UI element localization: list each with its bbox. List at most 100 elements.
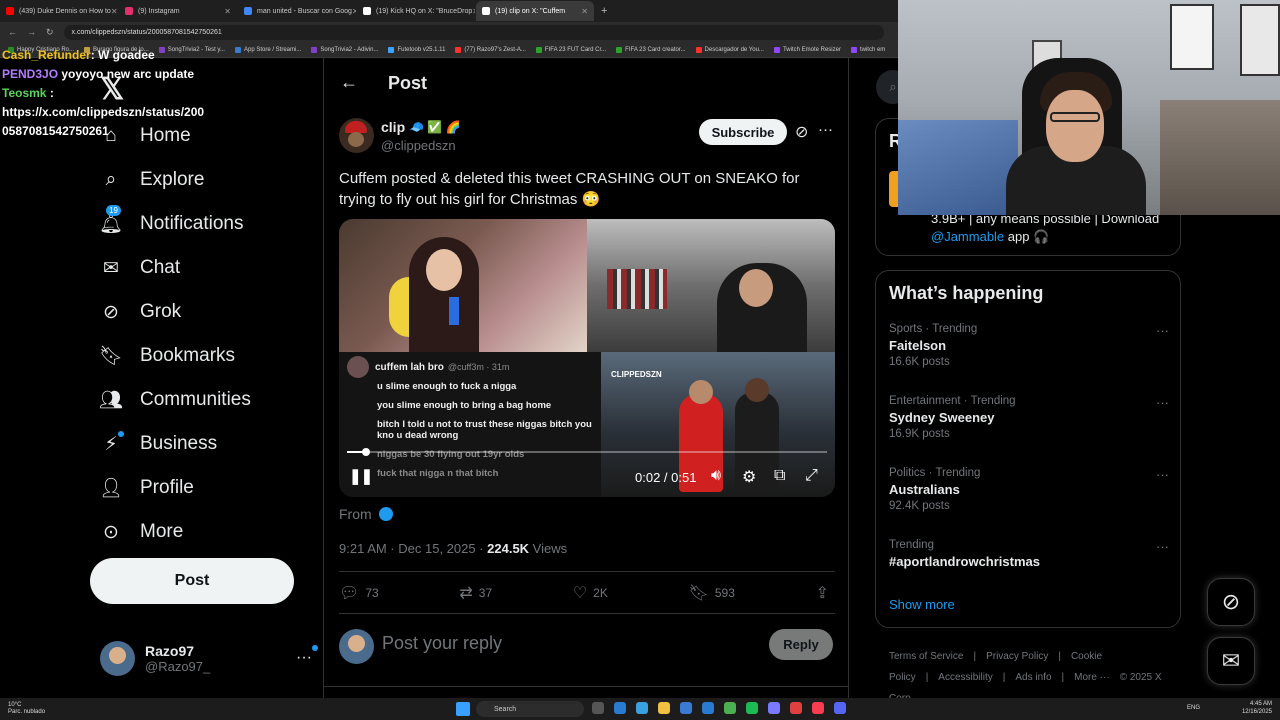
sidebar-item-communities[interactable]: 👥︎ Communities <box>98 378 251 422</box>
browser-tab[interactable]: (19) clip on X: "Cuffem ✕ <box>476 1 594 21</box>
divider <box>339 613 835 614</box>
spotify-icon[interactable] <box>746 702 758 714</box>
bookmark-action[interactable]: 🔖︎ 593 <box>689 583 735 603</box>
author-avatar[interactable] <box>339 118 374 153</box>
tweet-timestamp[interactable]: 9:21 AM · Dec 15, 2025 · <box>339 541 487 556</box>
browser-tab[interactable]: (19) Kick HQ on X: "BruceDrop✕ <box>357 1 475 21</box>
more-dots-icon[interactable]: ··· <box>1156 323 1169 338</box>
pause-icon[interactable]: ❚❚ <box>349 467 373 485</box>
store-icon[interactable] <box>680 702 692 714</box>
more-dots-icon[interactable]: ··· <box>818 121 833 138</box>
mail-app-icon[interactable] <box>702 702 714 714</box>
views-label: Views <box>529 541 568 556</box>
trend-item[interactable]: Entertainment · Trending Sydney Sweeney 16… <box>889 395 1169 440</box>
sidebar-item-chat[interactable]: ✉ Chat <box>98 246 251 290</box>
grok-icon[interactable]: ⊘ <box>795 122 808 142</box>
reply-button[interactable]: Reply <box>769 629 833 660</box>
reply-action[interactable]: 💬︎ 73 <box>339 583 379 603</box>
account-switcher[interactable]: Razo97 @Razo97_ ··· <box>100 640 318 676</box>
sidebar-item-profile[interactable]: 👤︎ Profile <box>98 466 251 510</box>
grok-fab-button[interactable]: ⊘ <box>1207 578 1255 626</box>
bookmark-item[interactable]: FIFA 23 Card creator... <box>616 46 686 53</box>
footer-link[interactable]: More ··· <box>1074 672 1110 683</box>
video-player[interactable]: cuffem lah bro @cuff3m · 31m u slime eno… <box>339 219 835 497</box>
repost-action[interactable]: ⇄ 37 <box>459 583 492 603</box>
widgets-icon[interactable] <box>636 702 648 714</box>
bookmark-item[interactable]: twitch em <box>850 46 885 53</box>
url-field[interactable]: x.com/clippedszn/status/2000587081542750… <box>63 24 884 40</box>
trend-item[interactable]: Politics · Trending Australians 92.4K post… <box>889 467 1169 512</box>
taskbar-search[interactable]: Search <box>476 701 584 717</box>
bookmark-favicon-icon <box>850 46 857 53</box>
new-tab-icon[interactable]: + <box>601 5 607 17</box>
edge-icon[interactable] <box>614 702 626 714</box>
file-explorer-icon[interactable] <box>658 702 670 714</box>
bookmark-item[interactable]: App Store / Streami... <box>234 46 301 53</box>
trend-item[interactable]: Sports · Trending Faitelson 16.6K posts ··· <box>889 323 1169 368</box>
discord-icon[interactable] <box>768 702 780 714</box>
more-dots-icon[interactable]: ··· <box>1156 395 1169 410</box>
video-time: 0:02 / 0:51 <box>635 470 697 485</box>
chrome-icon[interactable] <box>724 702 736 714</box>
bookmark-item[interactable]: Descargador de You... <box>695 46 764 53</box>
main-column: ← Post clip 🧢 ✅ 🌈 @clippedszn Subscribe … <box>323 58 849 698</box>
author-name[interactable]: clip 🧢 ✅ 🌈 <box>381 119 461 135</box>
sidebar-item-bookmarks[interactable]: 🔖︎ Bookmarks <box>98 334 251 378</box>
discord-alt-icon[interactable] <box>834 702 846 714</box>
sidebar-item-grok[interactable]: ⊘ Grok <box>98 290 251 334</box>
sidebar-item-business[interactable]: ⚡︎ Business <box>98 422 251 466</box>
trend-item[interactable]: Trending #aportlandrowchristmas ··· <box>889 539 1169 569</box>
bookmark-item[interactable]: Twitch Emote Resizer <box>773 46 841 53</box>
weather-widget[interactable]: 10°C Parc. nublado <box>8 702 45 716</box>
sidebar-item-more[interactable]: ⊙ More <box>98 510 251 554</box>
video-progress-bar[interactable] <box>347 448 827 456</box>
app-icon[interactable] <box>790 702 802 714</box>
browser-tab[interactable]: (9) Instagram ✕ <box>119 1 237 21</box>
browser-tab[interactable]: (439) Duke Dennis on How to ✕ <box>0 1 118 21</box>
language-indicator[interactable]: ENG <box>1187 705 1200 711</box>
back-nav-icon[interactable]: ← <box>8 27 17 37</box>
subscribe-button[interactable]: Subscribe <box>699 119 787 145</box>
show-more-link[interactable]: Show more <box>889 597 955 612</box>
share-action[interactable]: ⇪ <box>816 583 835 603</box>
footer-link[interactable]: Ads info <box>1015 672 1051 683</box>
browser-tab[interactable]: man united - Buscar con Goog ✕ <box>238 1 356 21</box>
footer-link[interactable]: Privacy Policy <box>986 651 1048 662</box>
more-dots-icon[interactable]: ··· <box>296 645 318 667</box>
more-dots-icon[interactable]: ··· <box>1156 467 1169 482</box>
footer-link[interactable]: Terms of Service <box>889 651 963 662</box>
tab-title: (19) clip on X: "Cuffem <box>495 7 566 15</box>
bookmark-item[interactable]: SongTrivia2 - Adivin... <box>311 46 378 53</box>
close-tab-icon[interactable]: ✕ <box>111 7 118 16</box>
close-tab-icon[interactable]: ✕ <box>581 7 588 16</box>
author-handle[interactable]: @clippedszn <box>381 138 456 153</box>
reload-icon[interactable]: ↻ <box>46 27 54 38</box>
bookmark-item[interactable]: (77) Razo97's Zest-A... <box>455 46 526 53</box>
bookmark-item[interactable]: FIFA 23 FUT Card Cr... <box>535 46 606 53</box>
start-icon[interactable] <box>456 702 470 716</box>
reply-input[interactable]: Post your reply <box>382 633 502 654</box>
close-tab-icon[interactable]: ✕ <box>472 7 475 16</box>
premium-link[interactable]: @Jammable <box>931 229 1004 244</box>
volume-icon[interactable]: 🔊︎ <box>711 467 721 485</box>
close-tab-icon[interactable]: ✕ <box>224 7 231 16</box>
clock[interactable]: 4:45 AM 12/16/2025 <box>1242 700 1272 716</box>
sidebar-item-explore[interactable]: ⌕ Explore <box>98 158 251 202</box>
footer-link[interactable]: Accessibility <box>938 672 992 683</box>
back-arrow-icon[interactable]: ← <box>340 72 358 93</box>
more-dots-icon[interactable]: ··· <box>1156 539 1169 554</box>
music-icon[interactable] <box>812 702 824 714</box>
task-view-icon[interactable] <box>592 702 604 714</box>
settings-icon[interactable]: ⚙ <box>742 467 756 487</box>
views-count: 224.5K <box>487 541 530 556</box>
picture-in-picture-icon[interactable]: ⧉ <box>774 467 785 485</box>
bookmark-label: Descargador de You... <box>704 46 764 53</box>
messages-fab-button[interactable]: ✉ <box>1207 637 1255 685</box>
forward-nav-icon[interactable]: → <box>27 27 36 37</box>
fullscreen-icon[interactable]: ⤢ <box>805 467 818 485</box>
post-button[interactable]: Post <box>90 558 294 604</box>
bookmark-item[interactable]: Futetoob v25.1.11 <box>388 46 445 53</box>
close-tab-icon[interactable]: ✕ <box>352 7 356 16</box>
like-action[interactable]: ♡ 2K <box>573 583 608 603</box>
sidebar-item-notifications[interactable]: 🔔︎ 19 Notifications <box>98 202 251 246</box>
